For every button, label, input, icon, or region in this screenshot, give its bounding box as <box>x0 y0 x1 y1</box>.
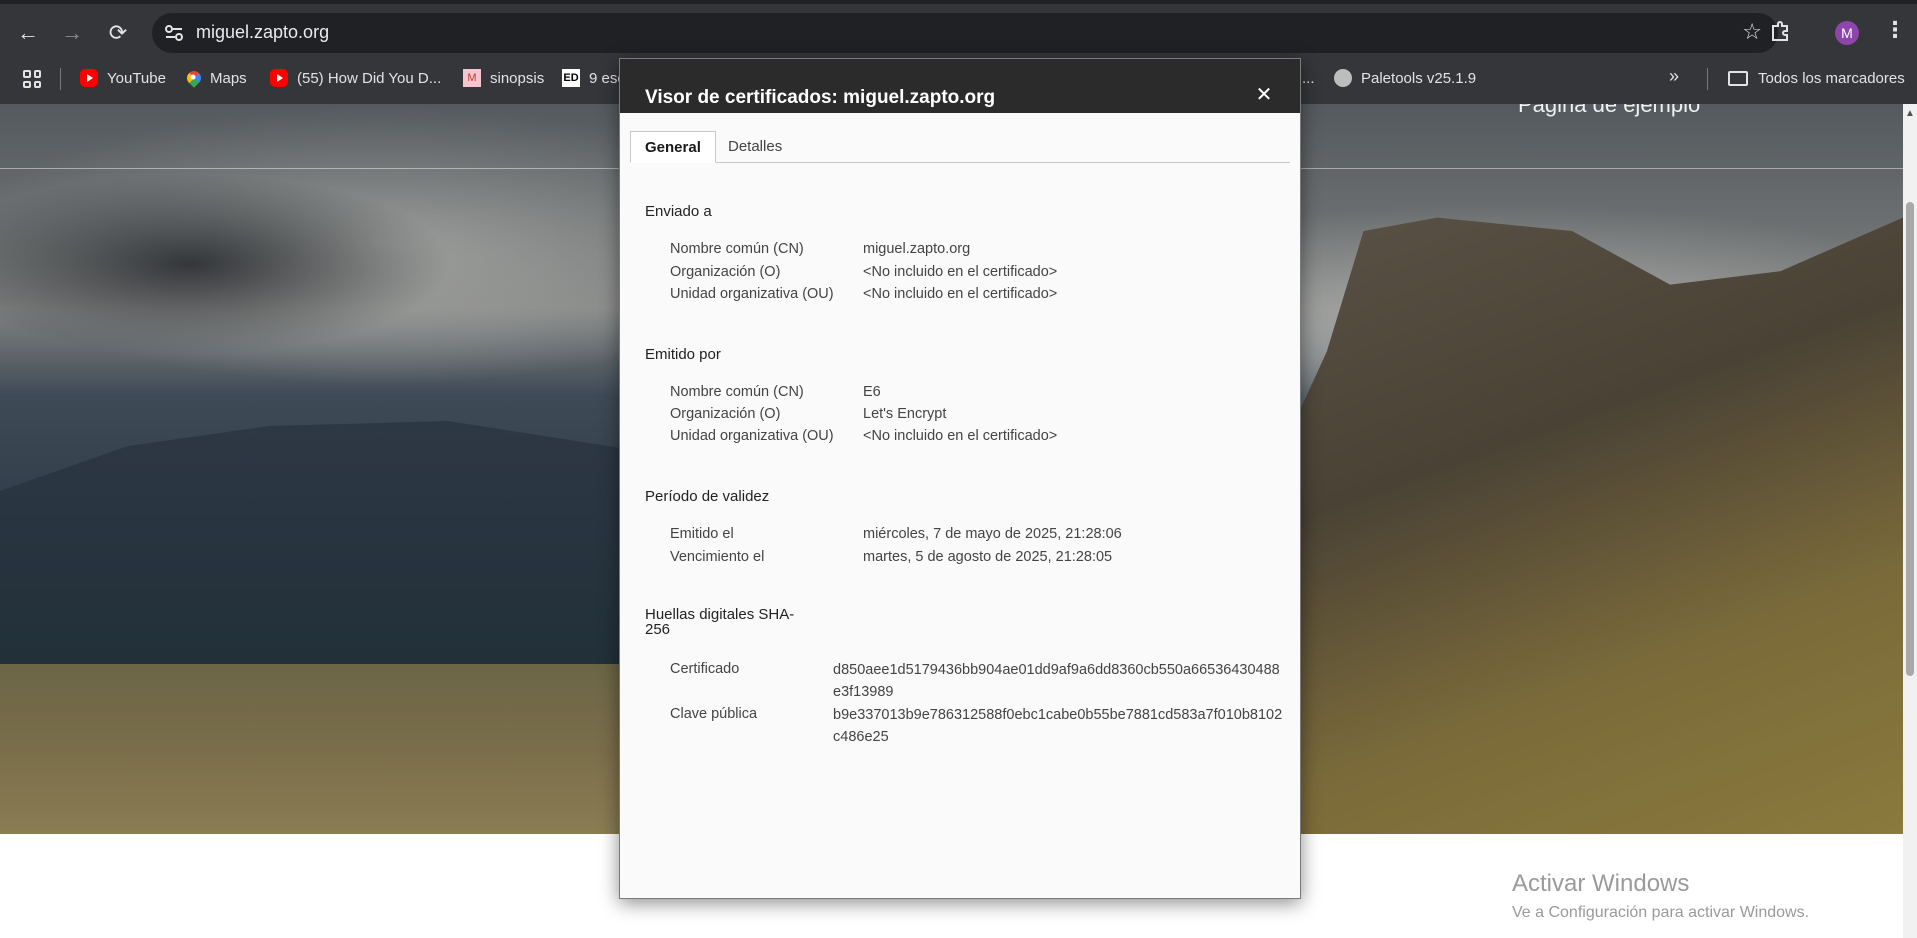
youtube-icon <box>80 69 98 87</box>
field-label: Organización (O) <box>670 406 781 422</box>
tab-details[interactable]: Detalles <box>714 131 796 163</box>
section-title-fingerprints: Huellas digitales SHA-256 <box>645 606 795 638</box>
tab-general[interactable]: General <box>630 131 716 163</box>
dialog-header: Visor de certificados: miguel.zapto.org … <box>620 59 1300 113</box>
certificate-viewer-dialog: Visor de certificados: miguel.zapto.org … <box>619 58 1301 899</box>
bookmark-how-did-you[interactable]: (55) How Did You D... <box>270 67 441 89</box>
field-label: Nombre común (CN) <box>670 384 804 400</box>
bookmark-9-esc[interactable]: ED 9 esc <box>562 67 625 89</box>
field-value: martes, 5 de agosto de 2025, 21:28:05 <box>863 549 1113 565</box>
bookmark-label: Paletools v25.1.9 <box>1361 69 1477 87</box>
extensions-icon[interactable] <box>1768 20 1792 44</box>
scrollbar-thumb[interactable] <box>1906 202 1914 676</box>
bookmark-label: (55) How Did You D... <box>297 69 442 87</box>
bookmarks-divider <box>1707 68 1708 90</box>
field-value: <No incluido en el certificado> <box>863 286 1058 302</box>
field-label: Nombre común (CN) <box>670 241 804 257</box>
activation-watermark-title: Activar Windows <box>1512 870 1690 897</box>
bookmarks-divider <box>60 68 61 90</box>
field-value: miércoles, 7 de mayo de 2025, 21:28:06 <box>863 526 1122 542</box>
address-bar[interactable]: miguel.zapto.org ☆ <box>152 13 1778 53</box>
bookmark-youtube[interactable]: YouTube <box>80 67 166 89</box>
scroll-up-icon[interactable]: ▲ <box>1904 108 1916 120</box>
fingerprint-public-key-value: b9e337013b9e786312588f0ebc1cabe0b55be788… <box>833 707 1283 745</box>
sinopsis-icon: M <box>463 69 481 87</box>
section-title-issued-to: Enviado a <box>645 203 712 220</box>
field-label: Organización (O) <box>670 264 781 280</box>
bookmark-sinopsis[interactable]: M sinopsis <box>463 67 544 89</box>
field-label: Vencimiento el <box>670 549 765 565</box>
back-button[interactable]: ← <box>13 18 43 48</box>
bookmark-label: ... <box>1302 69 1315 87</box>
bookmark-label: YouTube <box>107 69 166 87</box>
field-label: Unidad organizativa (OU) <box>670 428 834 444</box>
field-label: Unidad organizativa (OU) <box>670 286 834 302</box>
page-header-title: Página de ejemplo <box>1518 104 1701 117</box>
field-value: <No incluido en el certificado> <box>863 264 1058 280</box>
globe-icon <box>1334 69 1352 87</box>
activation-watermark-subtitle: Ve a Configuración para activar Windows. <box>1512 904 1810 921</box>
field-value: E6 <box>863 384 881 400</box>
hero-mountain-right <box>1290 217 1903 834</box>
bookmark-truncated[interactable]: ... <box>1302 67 1315 89</box>
url-text[interactable]: miguel.zapto.org <box>196 22 329 43</box>
bookmark-star-icon[interactable]: ☆ <box>1742 19 1762 45</box>
bookmark-label: sinopsis <box>490 69 545 87</box>
field-label: Emitido el <box>670 526 734 542</box>
forward-button[interactable]: → <box>57 18 87 48</box>
bookmark-maps[interactable]: Maps <box>184 67 247 89</box>
close-icon[interactable]: ✕ <box>1254 85 1274 105</box>
hero-mountain-left <box>0 421 640 666</box>
hero-valley <box>0 664 700 834</box>
fingerprint-certificate-value: d850aee1d5179436bb904ae01dd9af9a6dd8360c… <box>833 662 1280 700</box>
field-value: <No incluido en el certificado> <box>863 428 1058 444</box>
bookmark-label: Maps <box>210 69 247 87</box>
maps-icon <box>184 68 204 88</box>
all-bookmarks-folder[interactable]: Todos los marcadores <box>1728 67 1905 89</box>
apps-grid-icon[interactable] <box>23 70 41 88</box>
reload-button[interactable]: ⟳ <box>103 18 133 48</box>
dialog-tabs: General Detalles <box>630 131 1290 163</box>
ed-icon: ED <box>562 69 580 87</box>
section-title-validity: Período de validez <box>645 488 770 505</box>
youtube-icon <box>270 69 288 87</box>
dialog-title: Visor de certificados: miguel.zapto.org <box>645 87 996 108</box>
chrome-menu-icon[interactable]: ⋮ <box>1884 17 1906 43</box>
folder-icon <box>1728 70 1748 86</box>
bookmark-paletools[interactable]: Paletools v25.1.9 <box>1334 67 1476 89</box>
all-bookmarks-label: Todos los marcadores <box>1758 69 1905 87</box>
field-label: Clave pública <box>670 706 758 722</box>
field-value: miguel.zapto.org <box>863 241 971 257</box>
field-label: Certificado <box>670 661 740 677</box>
field-value: Let's Encrypt <box>863 406 947 422</box>
bookmarks-overflow-icon[interactable]: » <box>1669 65 1679 87</box>
site-info-icon[interactable] <box>162 21 186 45</box>
profile-avatar[interactable]: M <box>1835 21 1859 45</box>
section-title-issued-by: Emitido por <box>645 346 721 363</box>
